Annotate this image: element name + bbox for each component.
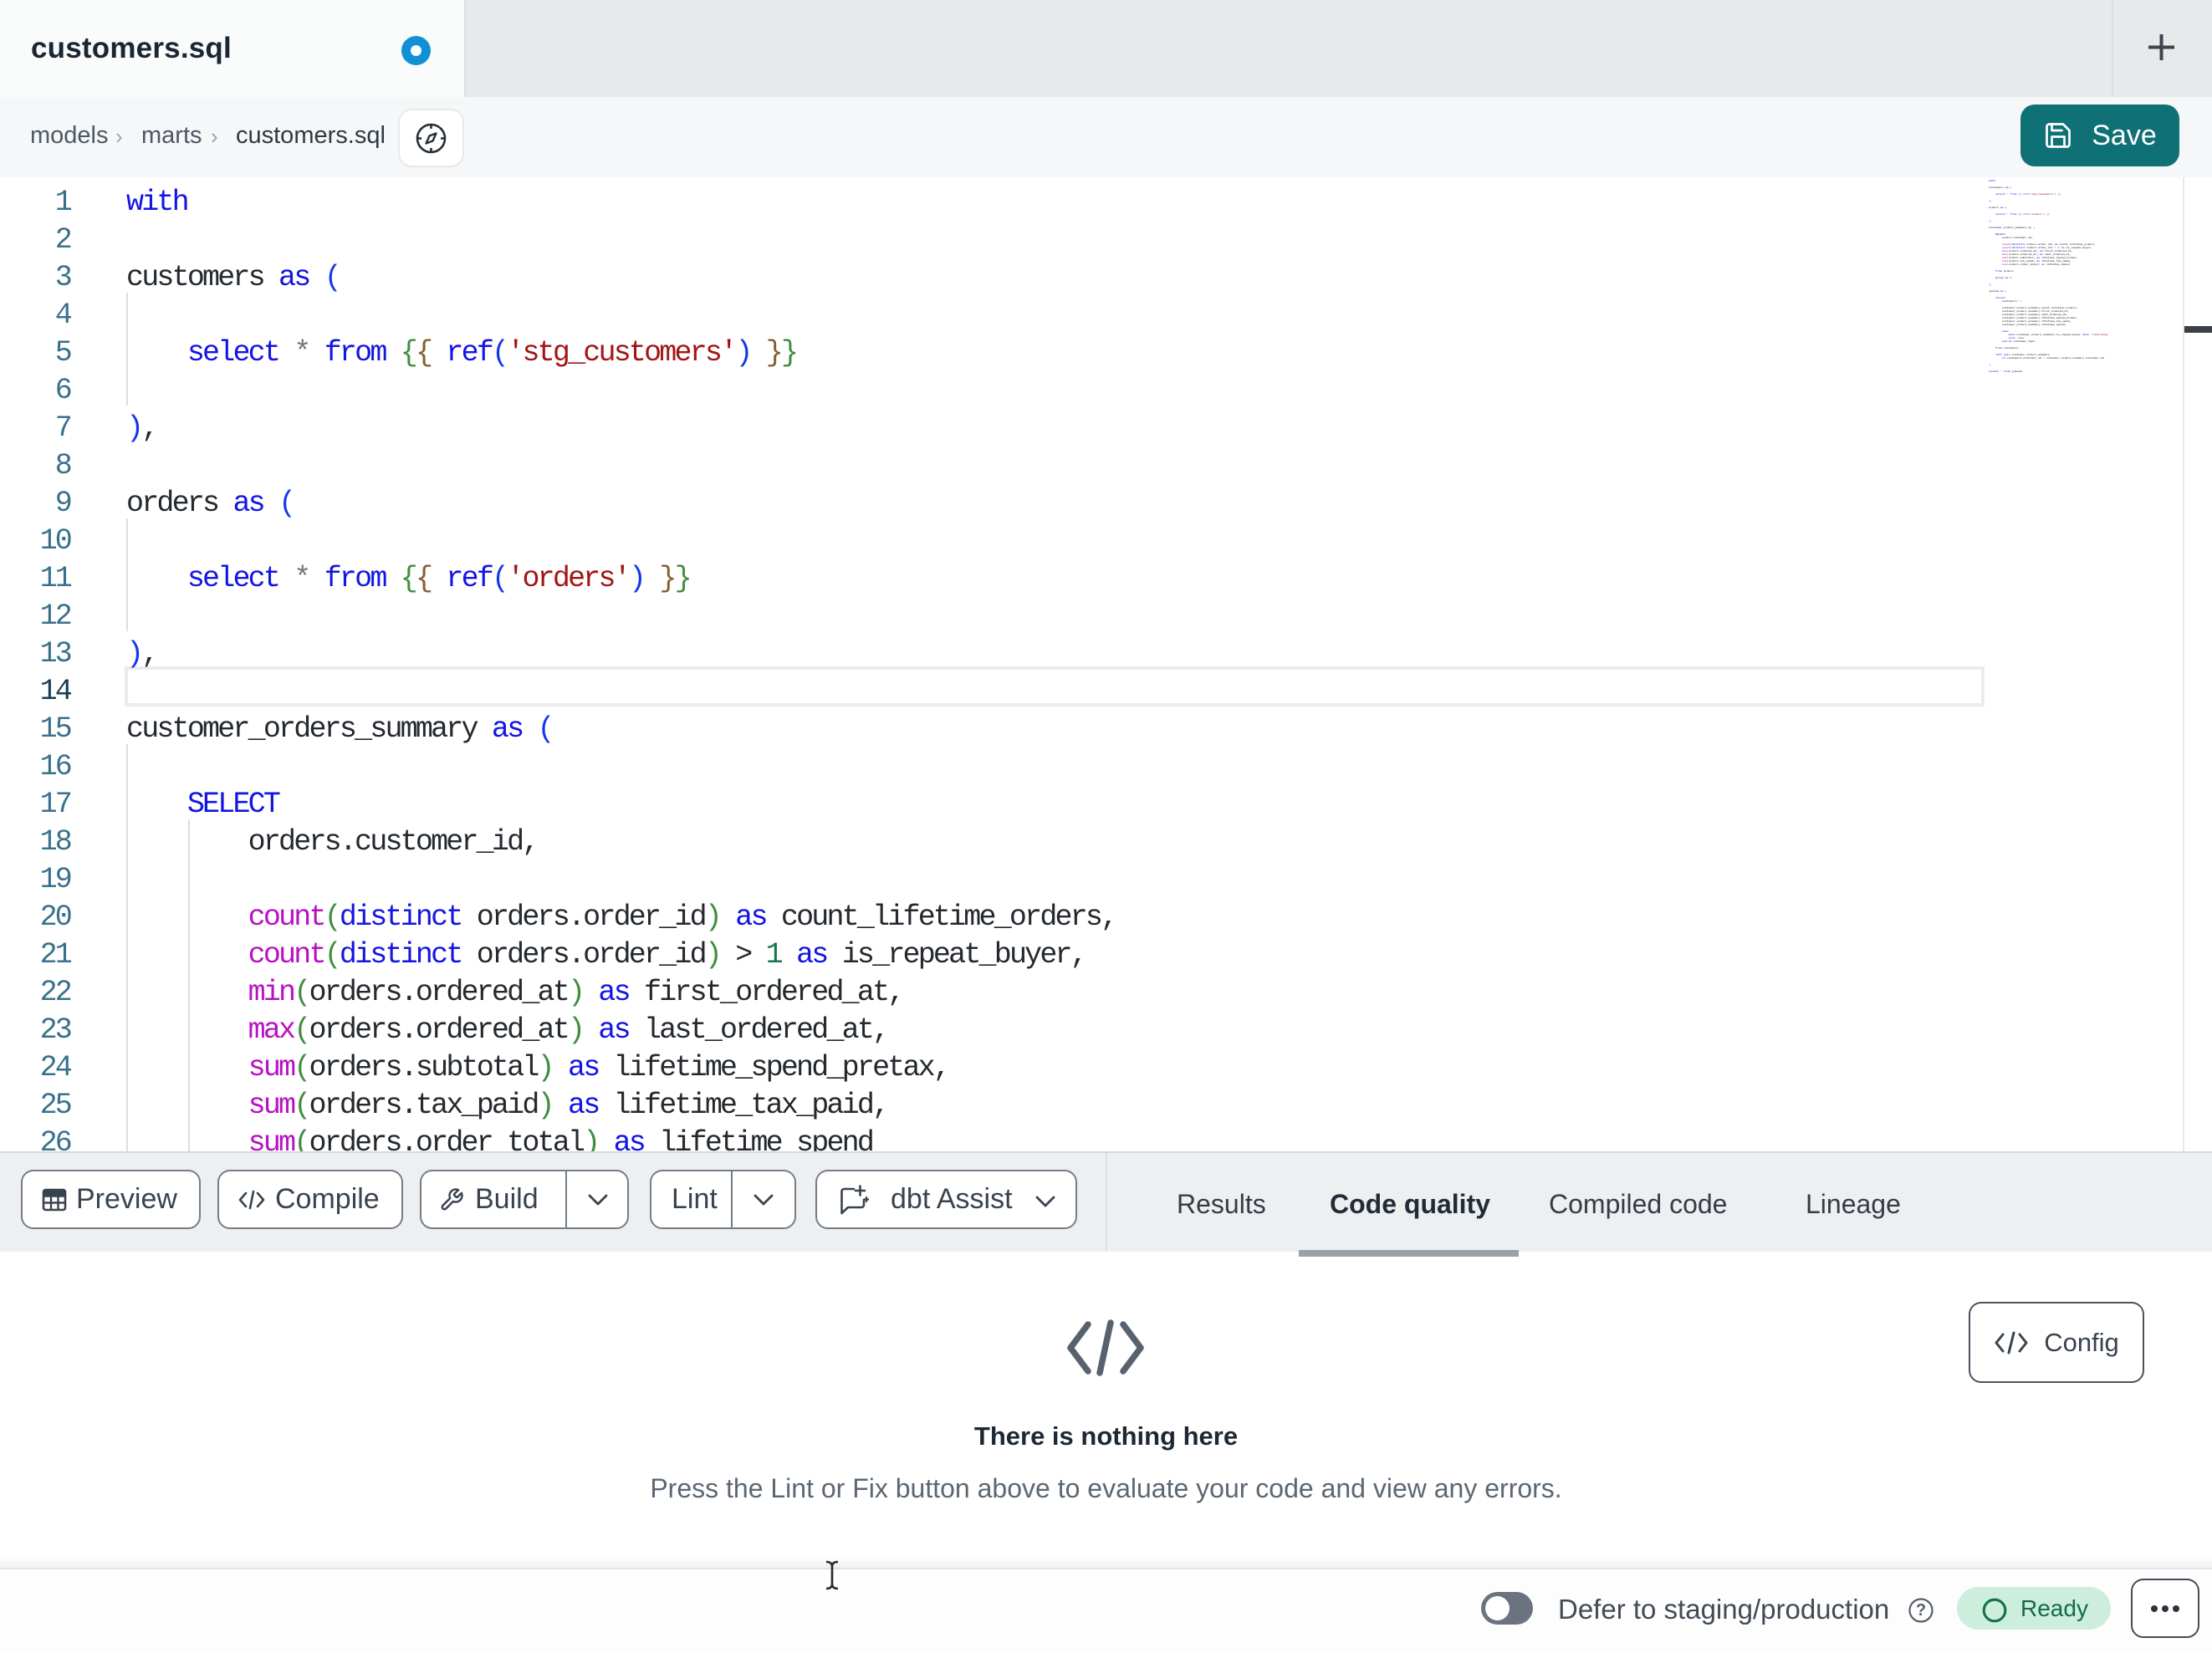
svg-text:?: ? xyxy=(1916,1601,1926,1620)
